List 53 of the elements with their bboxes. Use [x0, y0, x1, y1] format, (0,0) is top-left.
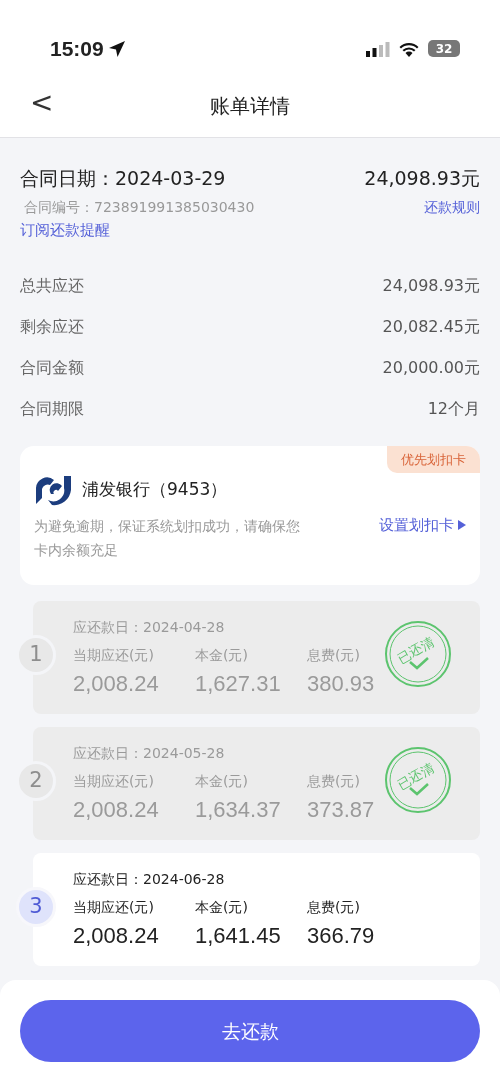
- bank-name: 浦发银行（9453）: [82, 477, 228, 501]
- location-icon: [107, 39, 126, 58]
- paid-stamp: 已还清: [384, 745, 452, 814]
- installment-number: 1: [16, 634, 56, 675]
- set-debit-card-link[interactable]: 设置划扣卡: [379, 513, 466, 536]
- installment-number: 3: [16, 886, 56, 927]
- amount-value: 2,008.24: [73, 921, 159, 950]
- page-title: 账单详情: [210, 93, 290, 120]
- amount-value: 1,627.31: [195, 669, 281, 698]
- battery-icon: 32: [428, 40, 460, 57]
- due-date: 应还款日：2024-05-28: [73, 743, 225, 763]
- contract-amount: 24,098.93元: [364, 166, 480, 191]
- amount-label: 当期应还(元): [73, 645, 154, 665]
- amount-value: 2,008.24: [73, 669, 159, 698]
- summary-value: 24,098.93元: [382, 275, 480, 297]
- amount-label: 息费(元): [307, 645, 360, 665]
- bank-logo-icon: [34, 473, 74, 506]
- amount-label: 息费(元): [307, 897, 360, 917]
- summary-value: 20,082.45元: [382, 316, 480, 338]
- amount-label: 息费(元): [307, 771, 360, 791]
- amount-value: 380.93: [307, 669, 375, 698]
- due-date: 应还款日：2024-06-28: [73, 869, 225, 889]
- signal-icon: [366, 40, 390, 57]
- amount-value: 366.79: [307, 921, 375, 950]
- amount-label: 本金(元): [195, 771, 248, 791]
- summary-label: 剩余应还: [20, 316, 84, 338]
- summary-label: 合同期限: [20, 398, 84, 420]
- due-date: 应还款日：2024-04-28: [73, 617, 225, 637]
- summary-value: 20,000.00元: [382, 357, 480, 379]
- amount-value: 2,008.24: [73, 795, 159, 824]
- clock: 15:09: [50, 35, 104, 62]
- summary-label: 总共应还: [20, 275, 84, 297]
- subscribe-reminder-link[interactable]: 订阅还款提醒: [20, 218, 110, 241]
- amount-label: 本金(元): [195, 897, 248, 917]
- amount-value: 373.87: [307, 795, 375, 824]
- balance-note: 为避免逾期，保证系统划扣成功，请确保您卡内余额充足: [34, 516, 301, 560]
- wifi-icon: [398, 40, 420, 57]
- summary-value: 12个月: [427, 398, 480, 420]
- amount-value: 1,634.37: [195, 795, 281, 824]
- contract-number: 合同编号：723891991385030430: [23, 197, 255, 217]
- triangle-icon: [458, 519, 466, 530]
- installment-number: 2: [16, 760, 56, 801]
- amount-value: 1,641.45: [195, 921, 281, 950]
- contract-date: 合同日期：2024-03-29: [20, 166, 226, 191]
- paid-stamp: 已还清: [384, 619, 452, 688]
- priority-card-tag: 优先划扣卡: [387, 445, 480, 473]
- amount-label: 本金(元): [195, 645, 248, 665]
- pay-button[interactable]: 去还款: [20, 1000, 480, 1062]
- repayment-rules-link[interactable]: 还款规则: [424, 196, 480, 218]
- summary-label: 合同金额: [20, 357, 84, 379]
- back-button[interactable]: <: [26, 89, 58, 117]
- amount-label: 当期应还(元): [73, 771, 154, 791]
- amount-label: 当期应还(元): [73, 897, 154, 917]
